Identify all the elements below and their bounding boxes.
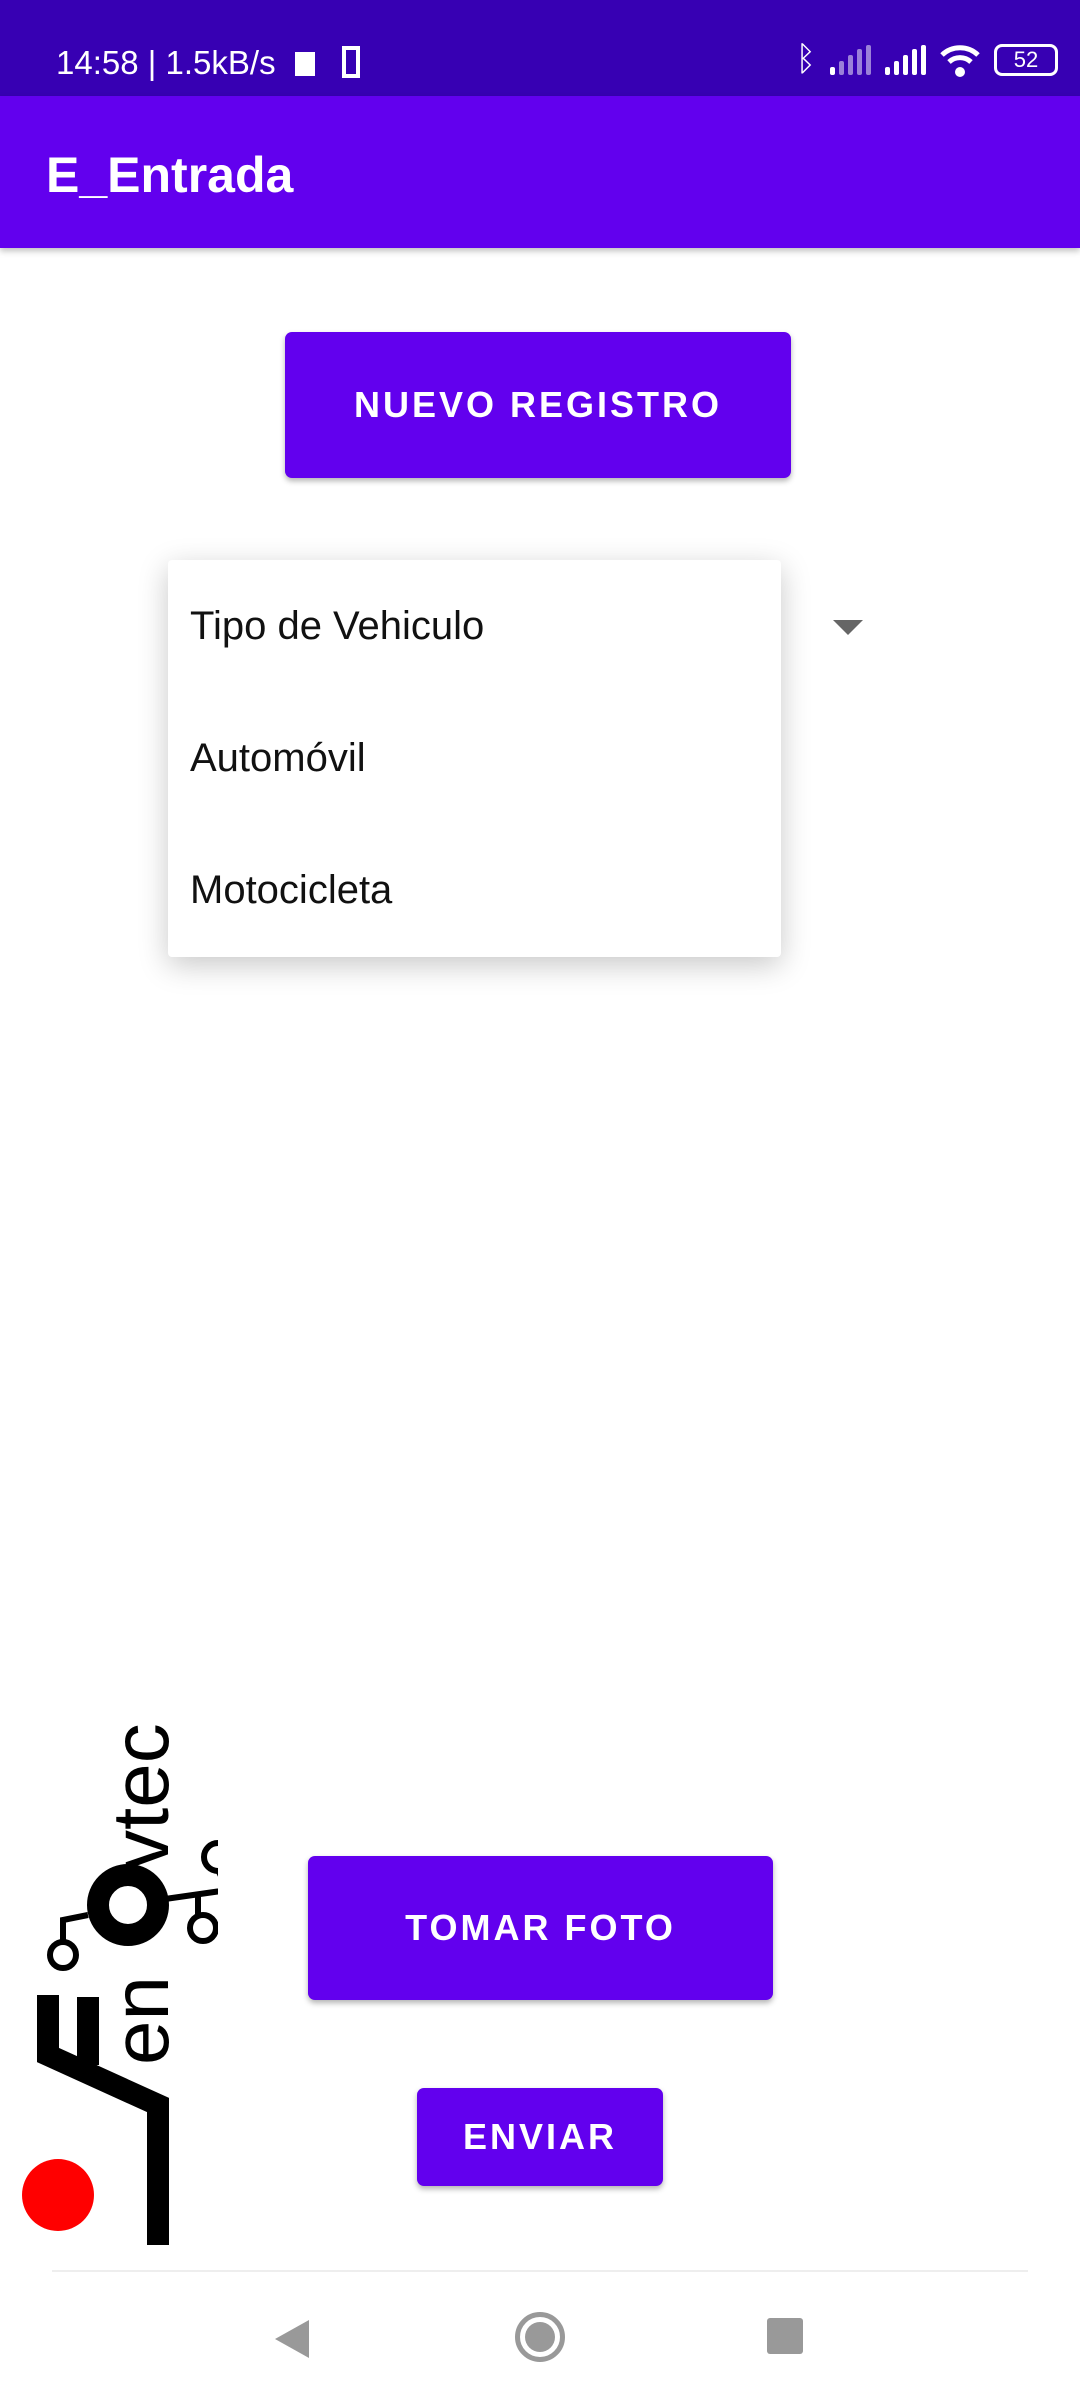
network-speed: 1.5kB/s [165,44,276,81]
nuevo-registro-button[interactable]: NUEVO REGISTRO [285,332,791,478]
phone-icon [341,46,360,78]
spinner-dropdown-arrow-icon[interactable] [833,620,863,635]
company-logo: en vtec [22,1723,218,2245]
keyboard-icon [294,52,315,76]
clock: 14:58 [56,44,139,81]
nav-divider [52,2270,1028,2272]
enviar-button[interactable]: ENVIAR [417,2088,663,2186]
battery-icon: 52 [994,43,1058,76]
back-icon[interactable] [275,2320,309,2358]
home-icon[interactable] [515,2312,565,2362]
vehicle-type-dropdown: Tipo de Vehiculo Automóvil Motocicleta [168,560,781,957]
status-bar: 14:58 | 1.5kB/s ᛒ 52 [0,0,1080,96]
svg-text:vtec: vtec [96,1723,185,1870]
recents-icon[interactable] [767,2318,803,2354]
page-title: E_Entrada [46,147,294,203]
tomar-foto-button[interactable]: TOMAR FOTO [308,1856,773,2000]
dropdown-option-motocicleta[interactable]: Motocicleta [168,824,781,956]
app-bar: E_Entrada [0,96,1080,248]
signal-icon [830,44,871,75]
dropdown-option-automovil[interactable]: Automóvil [168,692,781,824]
bluetooth-icon: ᛒ [795,40,816,78]
svg-text:en: en [96,1976,185,2065]
wifi-icon [940,44,980,77]
signal-icon [885,44,926,75]
dropdown-option-tipo[interactable]: Tipo de Vehiculo [168,560,781,692]
